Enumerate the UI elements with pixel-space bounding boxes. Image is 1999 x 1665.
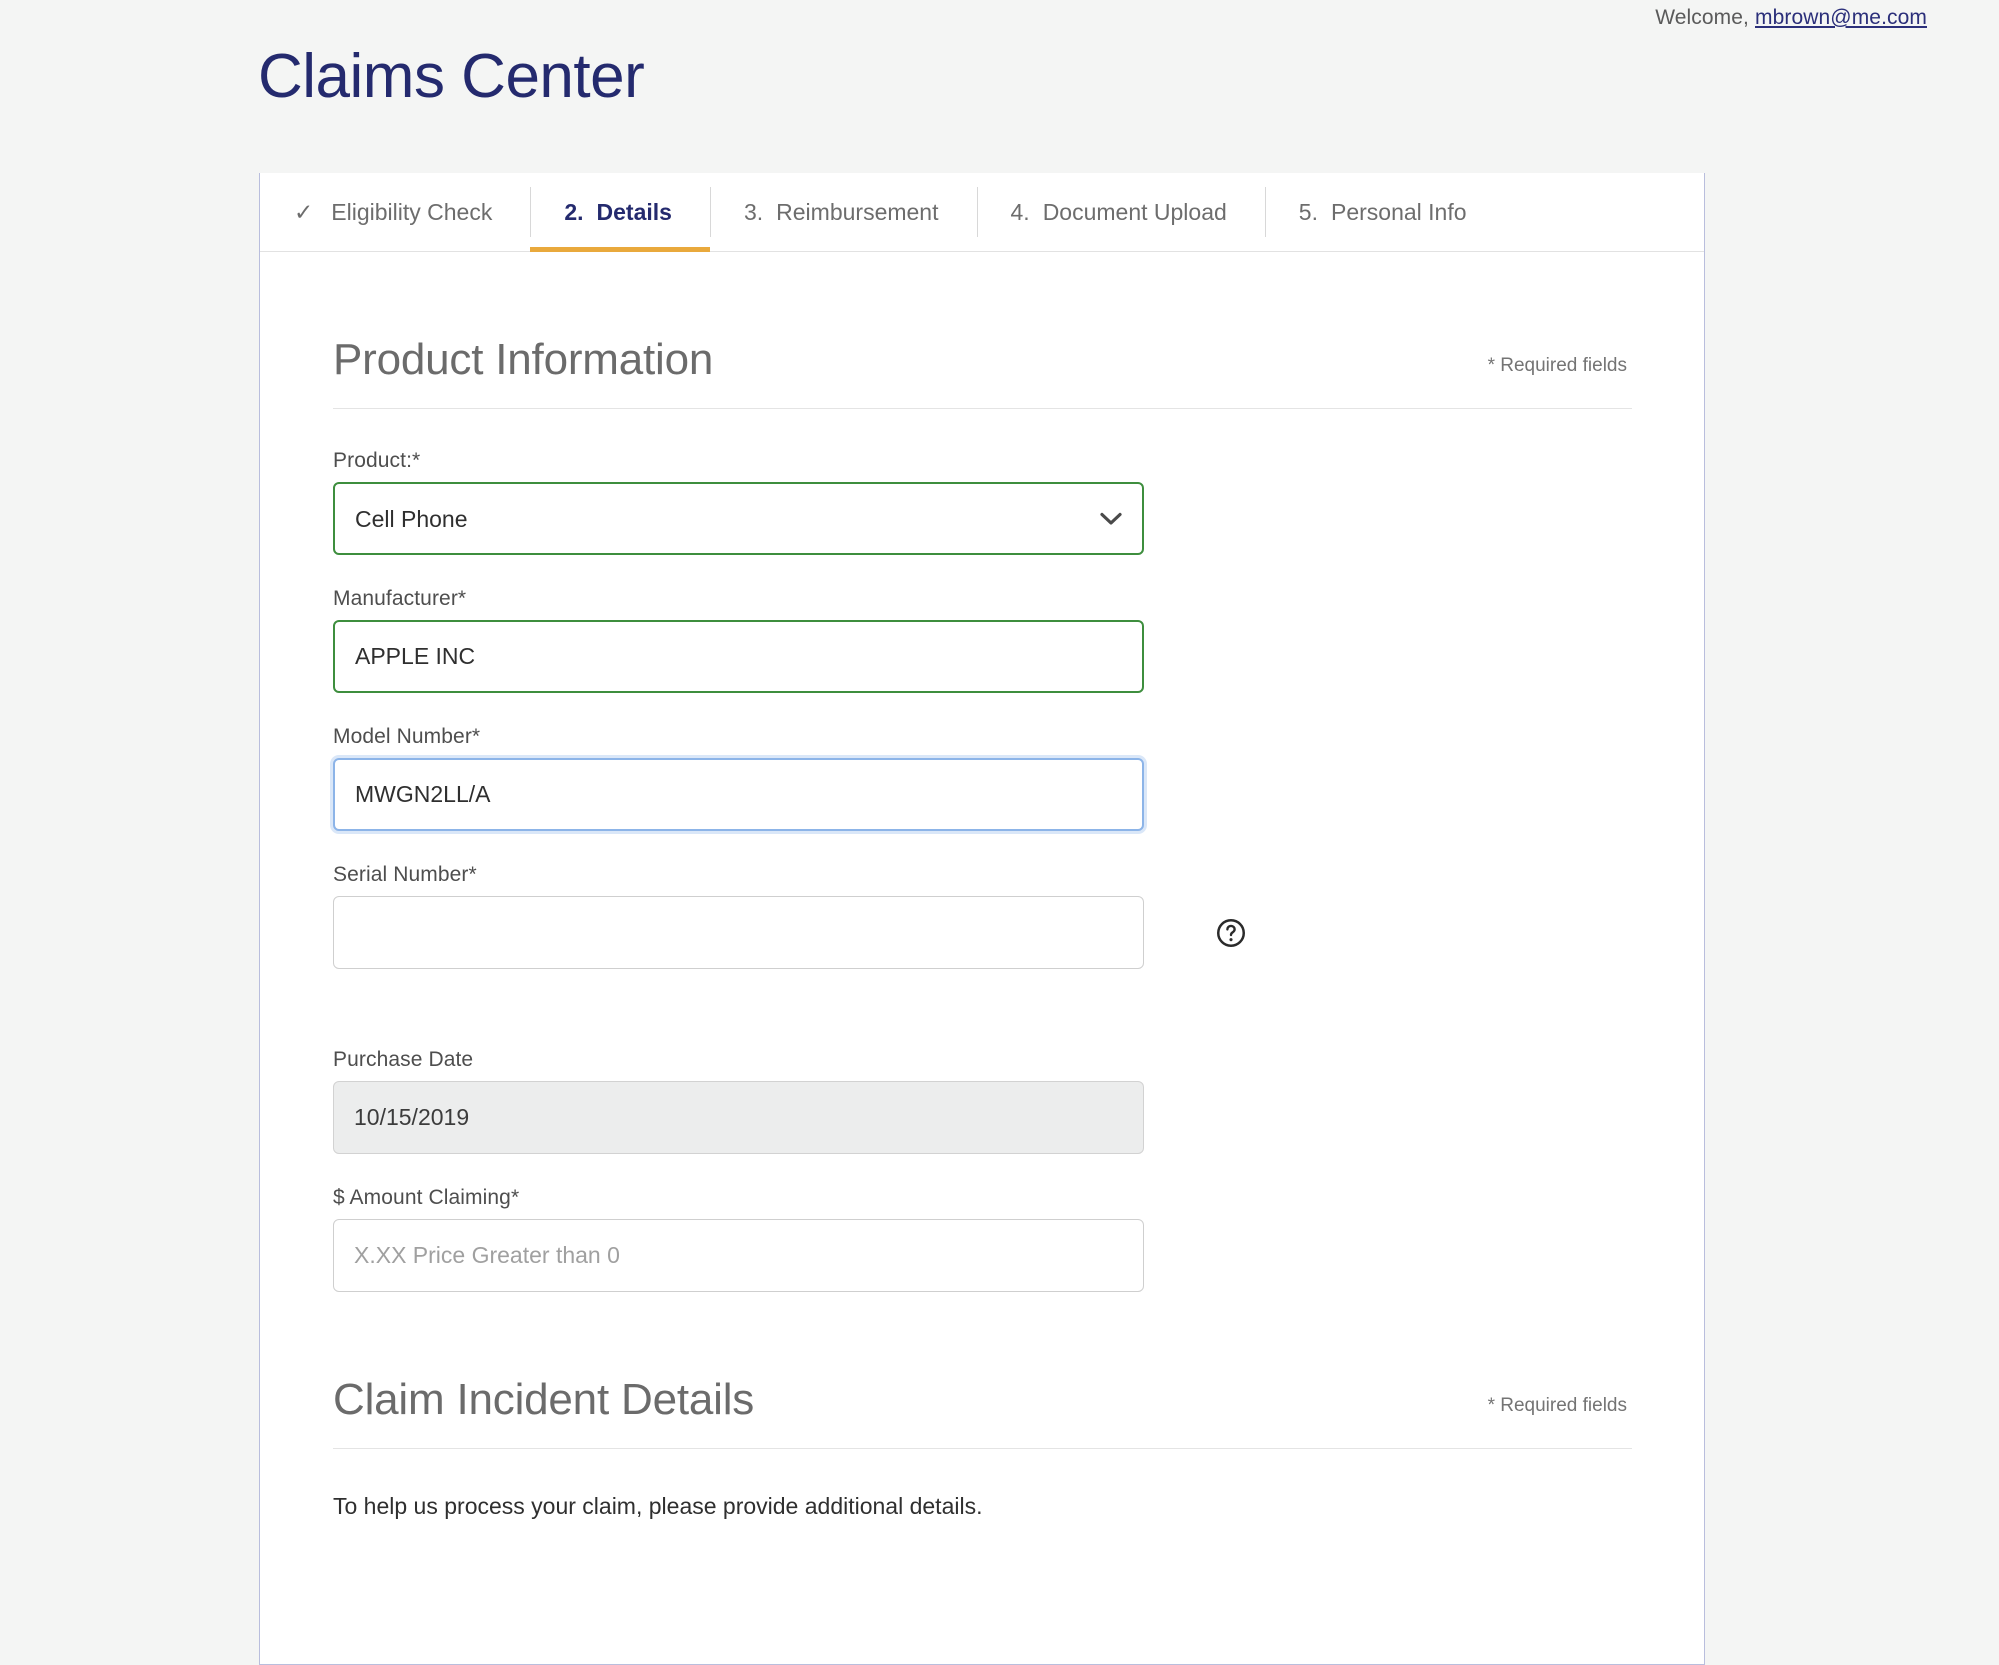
field-serial-number: Serial Number* [333, 831, 1632, 969]
wizard-tab-strip: ✓ Eligibility Check 2. Details 3. Reimbu… [260, 173, 1704, 252]
manufacturer-label: Manufacturer* [333, 587, 467, 610]
model-number-input[interactable] [333, 758, 1144, 831]
welcome-bar: Welcome, mbrown@me.com [0, 0, 1999, 36]
help-circle-icon[interactable] [1216, 918, 1246, 948]
manufacturer-input[interactable] [333, 620, 1144, 693]
tab-label: Details [596, 198, 672, 225]
product-select-wrapper: Cell Phone [333, 482, 1144, 555]
product-label: Product:* [333, 449, 421, 472]
purchase-date-label: Purchase Date [333, 1048, 474, 1071]
check-icon: ✓ [294, 198, 314, 225]
product-select[interactable]: Cell Phone [333, 482, 1144, 555]
tab-number: 4. [1010, 198, 1030, 225]
section-divider [333, 1448, 1632, 1449]
purchase-date-input [333, 1081, 1144, 1154]
amount-claiming-input[interactable] [333, 1219, 1144, 1292]
serial-number-label: Serial Number* [333, 863, 477, 886]
account-email-link[interactable]: mbrown@me.com [1755, 6, 1927, 30]
tab-eligibility-check[interactable]: ✓ Eligibility Check [260, 173, 530, 251]
tab-details[interactable]: 2. Details [530, 173, 710, 252]
incident-section-title: Claim Incident Details [333, 1375, 755, 1424]
incident-intro-text: To help us process your claim, please pr… [333, 1493, 983, 1519]
wizard-content: Product Information * Required fields Pr… [260, 252, 1704, 1520]
product-section-header: Product Information * Required fields [333, 252, 1632, 408]
incident-section-header: Claim Incident Details * Required fields [333, 1292, 1632, 1448]
field-purchase-date: Purchase Date [333, 1016, 1632, 1154]
serial-number-row [333, 896, 1632, 969]
required-fields-note: * Required fields [1487, 1395, 1627, 1416]
required-fields-note: * Required fields [1487, 355, 1627, 376]
tab-reimbursement[interactable]: 3. Reimbursement [709, 173, 977, 251]
field-manufacturer: Manufacturer* [333, 555, 1632, 693]
tab-document-upload[interactable]: 4. Document Upload [976, 173, 1265, 251]
tab-label: Document Upload [1042, 198, 1227, 225]
model-number-label: Model Number* [333, 725, 481, 748]
tab-label: Personal Info [1330, 198, 1467, 225]
section-divider [333, 408, 1632, 409]
tab-label: Eligibility Check [331, 198, 493, 225]
claim-incident-details-section: Claim Incident Details * Required fields [260, 1292, 1704, 1449]
tab-number: 5. [1298, 198, 1318, 225]
amount-claiming-label: $ Amount Claiming* [333, 1186, 520, 1209]
tab-personal-info[interactable]: 5. Personal Info [1264, 173, 1505, 251]
product-section-title: Product Information [333, 335, 714, 384]
tab-number: 2. [564, 198, 584, 225]
tab-number: 3. [743, 198, 764, 225]
field-model-number: Model Number* [333, 693, 1632, 831]
field-product: Product:* Cell Phone [333, 417, 1632, 555]
serial-number-input[interactable] [333, 896, 1144, 969]
product-information-section: Product Information * Required fields Pr… [260, 252, 1704, 1292]
page-title: Claims Center [258, 42, 645, 111]
welcome-label: Welcome, [1655, 6, 1749, 29]
field-amount-claiming: $ Amount Claiming* [333, 1154, 1632, 1292]
claim-wizard-container: ✓ Eligibility Check 2. Details 3. Reimbu… [259, 173, 1705, 1665]
tab-label: Reimbursement [776, 198, 939, 225]
